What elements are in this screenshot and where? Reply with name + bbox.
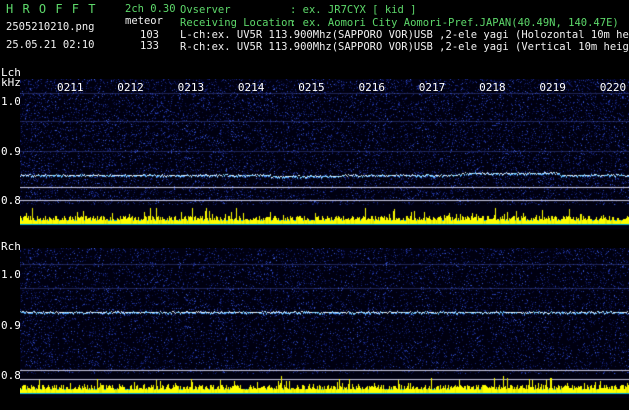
lch-spectrogram	[20, 79, 629, 229]
time-label: 0219	[539, 81, 566, 94]
lch-tick-0-9: 0.9	[1, 145, 21, 158]
time-label: 0215	[298, 81, 325, 94]
lch-info: L-ch:ex. UV5R 113.900Mhz(SAPPORO VOR)USB…	[180, 29, 629, 41]
location-label: Receiving Location	[180, 17, 294, 29]
datetime-label: 25.05.21 02:10	[6, 39, 95, 51]
time-label: 0214	[237, 81, 265, 94]
app-title: H R O F F T	[6, 2, 97, 16]
rch-spectrogram	[20, 248, 629, 398]
rch-tick-1-0: 1.0	[1, 268, 21, 281]
time-label: 0213	[177, 81, 205, 94]
observer-label: Ovserver	[180, 4, 231, 16]
rch-title: Rch	[1, 240, 21, 253]
time-label: 0211	[57, 81, 84, 94]
mode-sub-label: meteor	[125, 15, 163, 27]
time-label: 0218	[479, 81, 506, 94]
time-label: 0217	[418, 81, 446, 94]
rch-tick-0-8: 0.8	[1, 369, 21, 382]
time-label: 0216	[358, 81, 386, 94]
lch-tick-1-0: 1.0	[1, 95, 21, 108]
time-label: 0212	[117, 81, 144, 94]
filename-label: 2505210210.png	[6, 21, 95, 33]
rch-tick-0-9: 0.9	[1, 319, 21, 332]
time-label: 0220	[599, 81, 627, 94]
observer-value: : ex. JR7CYX [ kid ]	[290, 4, 417, 16]
rch-info: R-ch:ex. UV5R 113.900Mhz(SAPPORO VOR)USB…	[180, 41, 629, 53]
mode-label: 2ch 0.30	[125, 3, 176, 15]
location-value: : ex. Aomori City Aomori-Pref.JAPAN(40.4…	[290, 17, 619, 29]
lch-tick-0-8: 0.8	[1, 194, 21, 207]
rch-count: 133	[140, 40, 159, 52]
lch-unit: kHz	[1, 76, 21, 89]
